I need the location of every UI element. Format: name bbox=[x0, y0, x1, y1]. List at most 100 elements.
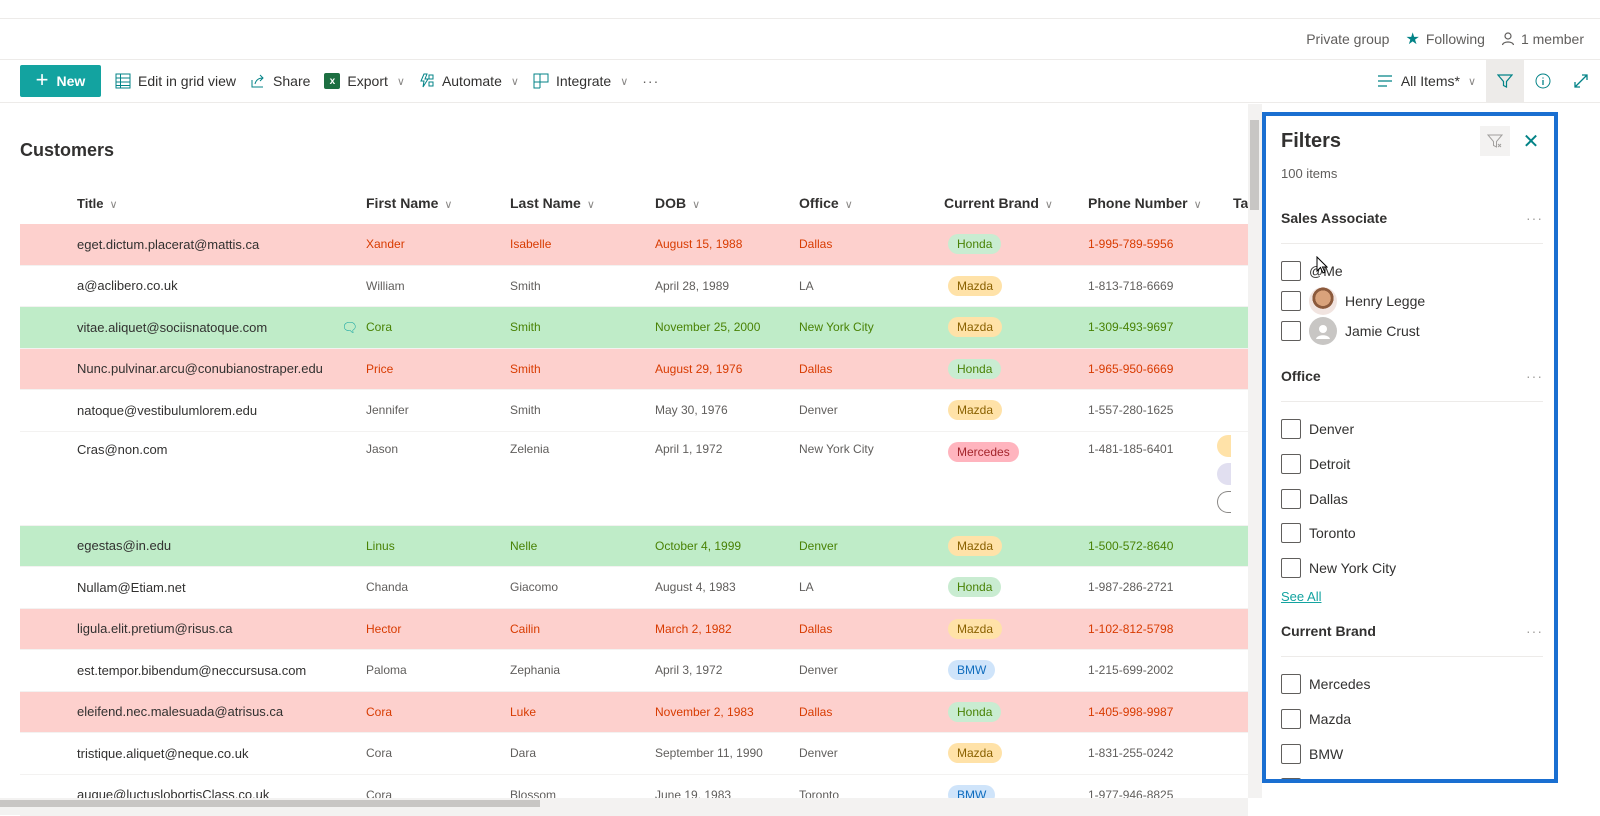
clear-filters-button[interactable] bbox=[1480, 126, 1510, 156]
scrollbar-thumb[interactable] bbox=[0, 800, 540, 807]
view-selector[interactable]: All Items* ∨ bbox=[1367, 73, 1486, 89]
cell-title[interactable]: Nunc.pulvinar.arcu@conubianostraper.edu bbox=[77, 361, 366, 376]
filter-option[interactable]: Denver bbox=[1281, 412, 1543, 447]
brand-pill: Honda bbox=[948, 702, 1001, 722]
table-row[interactable]: est.tempor.bibendum@neccursusa.comPaloma… bbox=[20, 650, 1248, 692]
checkbox[interactable] bbox=[1281, 709, 1301, 729]
cell-title[interactable]: Nullam@Etiam.net bbox=[77, 580, 366, 595]
edit-grid-view-button[interactable]: Edit in grid view bbox=[115, 73, 236, 89]
more-options-button[interactable]: ··· bbox=[1526, 368, 1543, 384]
table-row[interactable]: Cras@non.comJasonZeleniaApril 1, 1972New… bbox=[20, 432, 1248, 526]
filter-option[interactable]: New York City bbox=[1281, 551, 1543, 586]
comment-icon[interactable]: 🗨 bbox=[341, 320, 358, 335]
table-row[interactable]: natoque@vestibulumlorem.eduJenniferSmith… bbox=[20, 390, 1248, 432]
column-header-first-name[interactable]: First Name∨ bbox=[366, 195, 510, 211]
filter-option[interactable]: Honda bbox=[1281, 771, 1543, 783]
excel-icon: x bbox=[324, 73, 340, 89]
cell-office: New York City bbox=[799, 442, 944, 456]
vertical-scrollbar[interactable] bbox=[1248, 104, 1262, 798]
table-row[interactable]: Nunc.pulvinar.arcu@conubianostraper.eduP… bbox=[20, 349, 1248, 391]
checkbox[interactable] bbox=[1281, 291, 1301, 311]
brand-pill: BMW bbox=[948, 660, 995, 680]
share-button[interactable]: Share bbox=[250, 73, 310, 89]
cell-office: New York City bbox=[799, 320, 944, 334]
table-row[interactable]: eget.dictum.placerat@mattis.caXanderIsab… bbox=[20, 224, 1248, 266]
cell-phone-number: 1-557-280-1625 bbox=[1088, 403, 1233, 417]
table-row[interactable]: tristique.aliquet@neque.co.ukCoraDaraSep… bbox=[20, 733, 1248, 775]
cell-first-name: Paloma bbox=[366, 663, 510, 677]
horizontal-scrollbar[interactable] bbox=[0, 798, 1248, 815]
see-all-link[interactable]: See All bbox=[1281, 589, 1321, 604]
checkbox[interactable] bbox=[1281, 674, 1301, 694]
cell-title[interactable]: eleifend.nec.malesuada@atrisus.ca bbox=[77, 704, 366, 719]
filter-pane-button[interactable] bbox=[1486, 60, 1524, 102]
cell-title[interactable]: Cras@non.com bbox=[77, 442, 366, 457]
table-row[interactable]: ligula.elit.pretium@risus.caHectorCailin… bbox=[20, 609, 1248, 651]
cell-title[interactable]: est.tempor.bibendum@neccursusa.com bbox=[77, 663, 366, 678]
filter-option[interactable]: Toronto bbox=[1281, 516, 1543, 551]
following-button[interactable]: ★ Following bbox=[1405, 29, 1484, 49]
chevron-down-icon: ∨ bbox=[1194, 199, 1202, 211]
checkbox[interactable] bbox=[1281, 489, 1301, 509]
filter-option[interactable]: Jamie Crust bbox=[1281, 316, 1543, 346]
table-row[interactable]: vitae.aliquet@sociisnatoque.com🗨CoraSmit… bbox=[20, 307, 1248, 349]
fullscreen-button[interactable] bbox=[1562, 60, 1600, 102]
cell-title[interactable]: ligula.elit.pretium@risus.ca bbox=[77, 621, 366, 636]
chevron-down-icon: ∨ bbox=[587, 199, 595, 211]
cell-title[interactable]: eget.dictum.placerat@mattis.ca bbox=[77, 237, 366, 252]
column-header-dob[interactable]: DOB∨ bbox=[655, 195, 799, 211]
table-row[interactable]: Nullam@Etiam.netChandaGiacomoAugust 4, 1… bbox=[20, 567, 1248, 609]
column-header-office[interactable]: Office∨ bbox=[799, 195, 944, 211]
cell-title[interactable]: tristique.aliquet@neque.co.uk bbox=[77, 746, 366, 761]
cell-title[interactable]: a@aclibero.co.uk bbox=[77, 278, 366, 293]
filter-option[interactable]: Mercedes bbox=[1281, 667, 1543, 702]
column-headers: Title∨ First Name∨ Last Name∨ DOB∨ Offic… bbox=[20, 182, 1248, 224]
column-header-phone-number[interactable]: Phone Number∨ bbox=[1088, 195, 1233, 211]
filter-option[interactable]: Dallas bbox=[1281, 481, 1543, 516]
column-header-title[interactable]: Title∨ bbox=[77, 196, 366, 211]
table-row[interactable]: egestas@in.eduLinusNelleOctober 4, 1999D… bbox=[20, 526, 1248, 568]
cell-first-name: Linus bbox=[366, 539, 510, 553]
table-row[interactable]: a@aclibero.co.ukWilliamSmithApril 28, 19… bbox=[20, 266, 1248, 308]
expand-icon bbox=[1573, 73, 1589, 89]
filter-section-sales-associate: Sales Associate···@MeHenry LeggeJamie Cr… bbox=[1281, 204, 1543, 346]
close-filters-button[interactable]: ✕ bbox=[1518, 128, 1544, 154]
checkbox[interactable] bbox=[1281, 778, 1301, 783]
filter-section-header: Sales Associate··· bbox=[1281, 204, 1543, 244]
filter-option[interactable]: Detroit bbox=[1281, 447, 1543, 482]
group-info-bar: Private group ★ Following 1 member bbox=[1306, 28, 1584, 50]
cell-office: Denver bbox=[799, 746, 944, 760]
table-row[interactable]: eleifend.nec.malesuada@atrisus.caCoraLuk… bbox=[20, 692, 1248, 734]
filter-option[interactable]: BMW bbox=[1281, 736, 1543, 771]
more-options-button[interactable]: ··· bbox=[1526, 210, 1543, 226]
cell-title[interactable]: natoque@vestibulumlorem.edu bbox=[77, 403, 366, 418]
scrollbar-thumb[interactable] bbox=[1250, 120, 1259, 210]
checkbox[interactable] bbox=[1281, 261, 1301, 281]
cell-dob: August 29, 1976 bbox=[655, 362, 799, 376]
column-header-last-name[interactable]: Last Name∨ bbox=[510, 195, 655, 211]
info-button[interactable] bbox=[1524, 60, 1562, 102]
automate-button[interactable]: Automate ∨ bbox=[419, 73, 519, 89]
cell-title[interactable]: egestas@in.edu bbox=[77, 538, 366, 553]
more-options-button[interactable]: ··· bbox=[1526, 623, 1543, 639]
filter-option[interactable]: Mazda bbox=[1281, 702, 1543, 737]
export-button[interactable]: x Export ∨ bbox=[324, 73, 405, 89]
column-header-current-brand[interactable]: Current Brand∨ bbox=[944, 195, 1088, 211]
integrate-button[interactable]: Integrate ∨ bbox=[533, 73, 628, 89]
more-actions-button[interactable]: ··· bbox=[642, 73, 659, 89]
checkbox[interactable] bbox=[1281, 419, 1301, 439]
checkbox[interactable] bbox=[1281, 454, 1301, 474]
new-button[interactable]: + New bbox=[20, 65, 101, 97]
column-header-tags[interactable]: Ta bbox=[1233, 195, 1248, 211]
members-button[interactable]: 1 member bbox=[1501, 31, 1584, 47]
checkbox[interactable] bbox=[1281, 321, 1301, 341]
checkbox[interactable] bbox=[1281, 558, 1301, 578]
cell-first-name: Jason bbox=[366, 442, 510, 456]
cell-office: LA bbox=[799, 279, 944, 293]
checkbox[interactable] bbox=[1281, 744, 1301, 764]
filter-option[interactable]: Henry Legge bbox=[1281, 286, 1543, 316]
cell-title[interactable]: vitae.aliquet@sociisnatoque.com🗨 bbox=[77, 320, 366, 335]
cell-office: Dallas bbox=[799, 362, 944, 376]
cell-current-brand: Honda bbox=[944, 234, 1088, 254]
checkbox[interactable] bbox=[1281, 523, 1301, 543]
